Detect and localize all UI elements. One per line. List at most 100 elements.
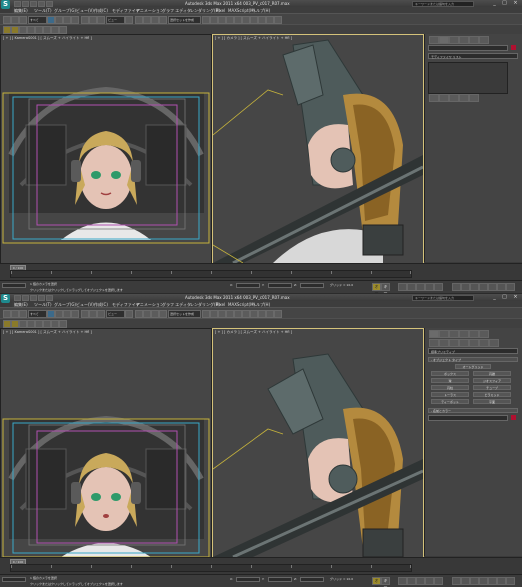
zoom-extents-icon[interactable]	[470, 283, 479, 291]
z-coord-field[interactable]	[300, 283, 324, 288]
go-end-icon[interactable]	[434, 577, 443, 585]
object-name-field[interactable]	[428, 415, 508, 421]
render-icon[interactable]	[274, 310, 282, 318]
app-logo-icon[interactable]: S	[1, 294, 10, 303]
display-tab-icon[interactable]	[469, 330, 479, 338]
autogrid-checkbox[interactable]: オートグリッド	[455, 364, 491, 369]
motion-tab-icon[interactable]	[459, 330, 469, 338]
fov-icon[interactable]	[479, 577, 488, 585]
set-key-button[interactable]: キー設定	[381, 283, 390, 293]
close-button[interactable]: ×	[511, 294, 520, 300]
graphite-tool-4-icon[interactable]	[27, 26, 35, 34]
graphite-tool-5-icon[interactable]	[35, 26, 43, 34]
pan-icon[interactable]	[488, 283, 497, 291]
material-editor-icon[interactable]	[250, 16, 258, 24]
name-color-rollout[interactable]: - 名前とカラー	[428, 408, 518, 413]
undo-tool-icon[interactable]	[3, 16, 11, 24]
angle-snap-icon[interactable]	[143, 16, 151, 24]
sphere-button[interactable]: 球	[431, 378, 469, 383]
geosphere-button[interactable]: ジオスフィア	[473, 378, 511, 383]
render-icon[interactable]	[274, 16, 282, 24]
percent-snap-icon[interactable]	[151, 16, 159, 24]
spinner-snap-icon[interactable]	[159, 310, 167, 318]
render-setup-icon[interactable]	[258, 310, 266, 318]
window-crossing-icon[interactable]	[71, 16, 79, 24]
cameras-icon[interactable]	[459, 339, 469, 347]
selection-filter-dropdown[interactable]: すべて	[28, 16, 47, 24]
track-bar[interactable]	[10, 564, 412, 572]
graphite-tool-2-icon[interactable]	[11, 26, 19, 34]
prev-frame-icon[interactable]	[407, 283, 416, 291]
percent-snap-icon[interactable]	[151, 310, 159, 318]
hierarchy-tab-icon[interactable]	[449, 36, 459, 44]
utilities-tab-icon[interactable]	[479, 330, 489, 338]
align-icon[interactable]	[210, 310, 218, 318]
render-setup-icon[interactable]	[258, 16, 266, 24]
show-end-result-icon[interactable]	[439, 94, 449, 102]
minimize-button[interactable]: _	[490, 0, 499, 6]
undo-tool-icon[interactable]	[3, 310, 11, 318]
pivot-icon[interactable]	[125, 310, 133, 318]
maximize-button[interactable]: □	[500, 294, 509, 300]
graphite-tool-7-icon[interactable]	[51, 26, 59, 34]
play-icon[interactable]	[416, 283, 425, 291]
spacewarps-icon[interactable]	[479, 339, 489, 347]
z-coord-field[interactable]	[300, 577, 324, 582]
reference-coord-dropdown[interactable]: ビュー	[106, 16, 125, 24]
box-button[interactable]: ボックス	[431, 371, 469, 376]
fov-icon[interactable]	[479, 283, 488, 291]
material-editor-icon[interactable]	[250, 310, 258, 318]
primitive-type-dropdown[interactable]: 標準プリミティブ	[428, 348, 518, 354]
move-icon[interactable]	[81, 310, 89, 318]
angle-snap-icon[interactable]	[143, 310, 151, 318]
graphite-tool-1-icon[interactable]	[3, 320, 11, 328]
remove-modifier-icon[interactable]	[459, 94, 469, 102]
rect-selection-icon[interactable]	[63, 310, 71, 318]
object-name-field[interactable]	[428, 45, 508, 51]
select-object-icon[interactable]	[47, 16, 55, 24]
link-icon[interactable]	[19, 16, 27, 24]
track-bar[interactable]	[10, 270, 412, 278]
y-coord-field[interactable]	[268, 283, 292, 288]
set-key-button[interactable]: キー設定	[381, 577, 390, 587]
auto-key-button[interactable]: オートキー	[372, 577, 381, 587]
selection-filter-dropdown[interactable]: すべて	[28, 310, 47, 318]
pin-stack-icon[interactable]	[429, 94, 439, 102]
snap-icon[interactable]	[135, 310, 143, 318]
create-tab-icon[interactable]	[429, 330, 439, 338]
graphite-tool-6-icon[interactable]	[43, 26, 51, 34]
zoom-all-icon[interactable]	[461, 577, 470, 585]
play-icon[interactable]	[416, 577, 425, 585]
torus-button[interactable]: トーラス	[431, 392, 469, 397]
scale-icon[interactable]	[97, 16, 105, 24]
reference-coord-dropdown[interactable]: ビュー	[106, 310, 125, 318]
zoom-all-icon[interactable]	[461, 283, 470, 291]
layer-manager-icon[interactable]	[218, 16, 226, 24]
geometry-icon[interactable]	[429, 339, 439, 347]
utilities-tab-icon[interactable]	[479, 36, 489, 44]
modify-tab-icon[interactable]	[439, 36, 449, 44]
window-crossing-icon[interactable]	[71, 310, 79, 318]
rendered-frame-icon[interactable]	[266, 310, 274, 318]
helpers-icon[interactable]	[469, 339, 479, 347]
perspective-viewport[interactable]: [ + ] [ カメラ ] [ スムーズ + ハイライト + Hfl ]	[212, 34, 424, 264]
teapot-button[interactable]: ティーポット	[431, 399, 469, 404]
graphite-tool-4-icon[interactable]	[27, 320, 35, 328]
redo-tool-icon[interactable]	[11, 16, 19, 24]
redo-tool-icon[interactable]	[11, 310, 19, 318]
maximize-viewport-icon[interactable]	[506, 283, 515, 291]
curve-editor-icon[interactable]	[234, 16, 242, 24]
minimize-button[interactable]: _	[490, 294, 499, 300]
tube-button[interactable]: チューブ	[473, 385, 511, 390]
lights-icon[interactable]	[449, 339, 459, 347]
spinner-snap-icon[interactable]	[159, 16, 167, 24]
move-icon[interactable]	[81, 16, 89, 24]
named-selection-dropdown[interactable]: 選択セットを作成	[168, 16, 201, 24]
pyramid-button[interactable]: ピラミッド	[473, 392, 511, 397]
next-frame-icon[interactable]	[425, 577, 434, 585]
shapes-icon[interactable]	[439, 339, 449, 347]
zoom-icon[interactable]	[452, 283, 461, 291]
configure-sets-icon[interactable]	[469, 94, 479, 102]
plane-button[interactable]: 平面	[473, 399, 511, 404]
graphite-tool-1-icon[interactable]	[3, 26, 11, 34]
